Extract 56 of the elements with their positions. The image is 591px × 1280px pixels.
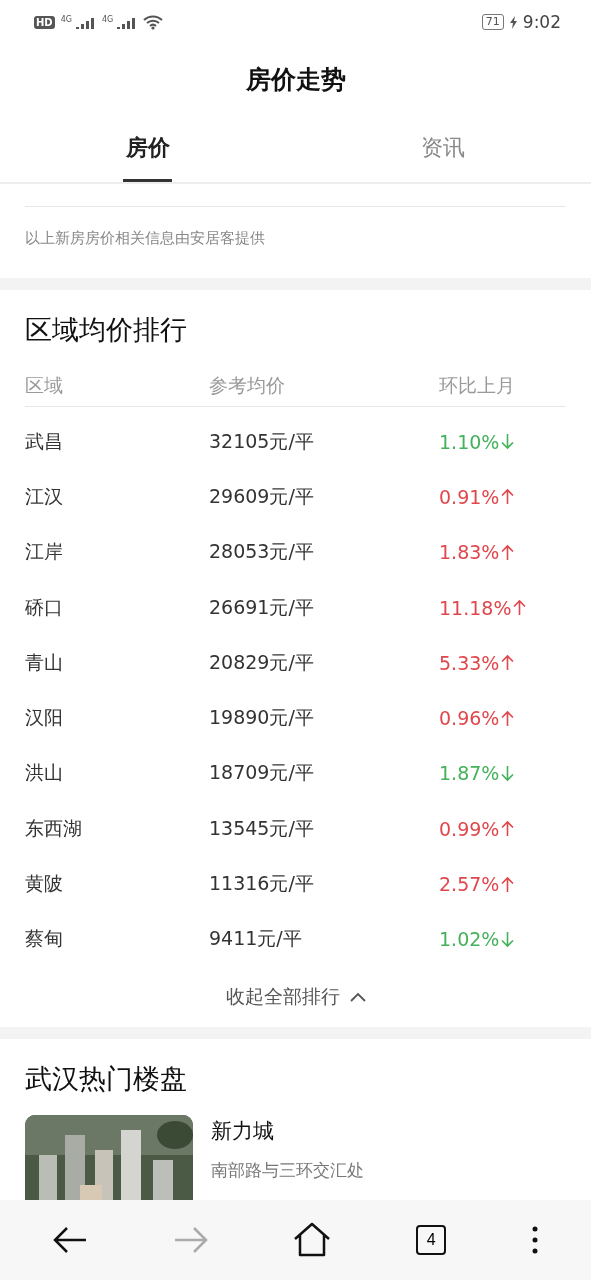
change-rate: 0.99%	[439, 817, 500, 840]
change-rate: 0.96%	[439, 707, 500, 730]
average-price: 19890元/平	[209, 705, 315, 731]
menu-button[interactable]	[530, 1225, 539, 1255]
section-title: 区域均价排行	[25, 313, 188, 347]
change-rate: 0.91%	[439, 485, 500, 508]
area-name: 汉阳	[25, 705, 64, 731]
average-price: 29609元/平	[209, 483, 315, 509]
tab[interactable]: 资讯	[295, 114, 591, 182]
average-price: 11316元/平	[209, 871, 315, 896]
tab[interactable]: 房价	[0, 114, 296, 182]
area-name: 武昌	[25, 428, 64, 454]
average-price: 28053元/平	[209, 539, 315, 565]
battery-icon: 71	[481, 14, 504, 30]
charging-icon	[509, 15, 517, 29]
signal-icon	[115, 15, 138, 29]
back-button[interactable]	[52, 1225, 89, 1255]
area-name: 青山	[25, 649, 64, 675]
area-name: 东西湖	[25, 815, 83, 841]
average-price: 13545元/平	[209, 815, 315, 841]
column-header: 区域	[25, 373, 64, 398]
change-rate: 2.57%	[439, 873, 500, 895]
change-rate: 1.87%	[439, 762, 500, 785]
section-title: 武汉热门楼盘	[25, 1061, 188, 1096]
collapse-link[interactable]: 收起全部排行	[25, 966, 566, 1027]
hd-badge: HD	[34, 15, 55, 29]
project-address: 南部路与三环交汇处	[211, 1158, 364, 1182]
change-rate: 5.33%	[439, 651, 500, 674]
home-button[interactable]	[293, 1222, 332, 1258]
change-rate: 1.83%	[439, 541, 500, 564]
column-header: 环比上月	[439, 373, 516, 398]
tab-count-button[interactable]: 4	[416, 1225, 447, 1255]
change-rate: 11.18%	[439, 596, 512, 619]
average-price: 32105元/平	[209, 428, 315, 454]
clock: 9:02	[522, 12, 561, 32]
average-price: 18709元/平	[209, 760, 315, 786]
area-name: 江汉	[25, 483, 64, 509]
source-note: 以上新房房价相关信息由安居客提供	[25, 229, 266, 248]
area-name: 蔡甸	[25, 926, 64, 952]
project-name[interactable]: 新力城	[211, 1116, 364, 1145]
average-price: 26691元/平	[209, 594, 315, 620]
area-name: 黄陂	[25, 871, 64, 896]
average-price: 20829元/平	[209, 649, 315, 675]
area-name: 洪山	[25, 760, 64, 786]
page-title: 房价走势	[244, 63, 347, 96]
network-label: 4G	[60, 15, 72, 24]
change-rate: 1.10%	[439, 430, 500, 453]
column-header: 参考均价	[209, 373, 286, 398]
change-rate: 1.02%	[439, 928, 500, 951]
average-price: 9411元/平	[209, 926, 303, 952]
network-label: 4G	[101, 15, 114, 24]
signal-icon	[73, 15, 96, 29]
area-name: 硚口	[25, 594, 64, 620]
area-name: 江岸	[25, 539, 64, 565]
wifi-icon	[143, 14, 164, 30]
chevron-up-icon	[349, 991, 366, 1002]
